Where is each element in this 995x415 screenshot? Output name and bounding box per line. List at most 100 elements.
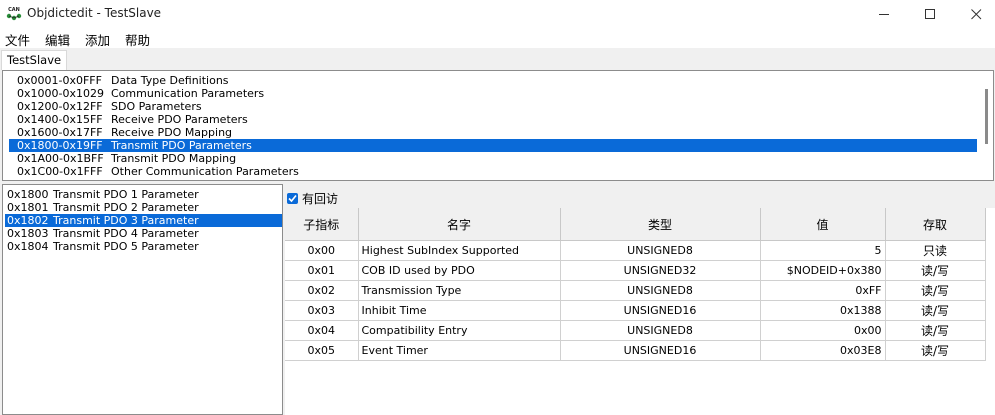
close-button[interactable] [953,0,995,28]
minimize-button[interactable] [861,0,907,28]
range-list-item[interactable]: 0x1A00-0x1BFF Transmit PDO Mapping [9,152,977,165]
range-list-item[interactable]: 0x1800-0x19FF Transmit PDO Parameters [9,139,977,152]
maximize-button[interactable] [907,0,953,28]
index-desc: Transmit PDO 5 Parameter [53,240,199,253]
type-cell[interactable]: UNSIGNED8 [560,240,761,261]
value-cell[interactable]: 0xFF [760,280,886,301]
access-cell[interactable]: 读/写 [885,320,986,341]
name-cell[interactable]: Highest SubIndex Supported [358,240,561,261]
index-list-item[interactable]: 0x1801 Transmit PDO 2 Parameter [5,201,282,214]
subindex-cell[interactable]: 0x05 [285,340,359,361]
col-value-header[interactable]: 值 [760,208,886,241]
subindex-cell[interactable]: 0x03 [285,300,359,321]
range-list-item[interactable]: 0x0001-0x0FFF Data Type Definitions [9,74,977,87]
index-code: 0x1800 [7,188,49,201]
range-code: 0x1800-0x19FF [17,139,103,152]
subindex-cell[interactable]: 0x01 [285,260,359,281]
name-cell[interactable]: Compatibility Entry [358,320,561,341]
menu-file[interactable]: 文件 [5,30,30,49]
range-desc: Receive PDO Mapping [111,126,233,139]
range-code: 0x1C00-0x1FFF [17,165,103,178]
name-cell[interactable]: Transmission Type [358,280,561,301]
range-list-item[interactable]: 0x1600-0x17FF Receive PDO Mapping [9,126,977,139]
table-row[interactable]: 0x04 Compatibility Entry UNSIGNED8 0x00 读/写 [285,320,986,341]
value-cell[interactable]: 0x00 [760,320,886,341]
menu-add[interactable]: 添加 [85,30,110,49]
table-row[interactable]: 0x01 COB ID used by PDO UNSIGNED32 $NODEID+… [285,260,986,281]
type-cell[interactable]: UNSIGNED8 [560,280,761,301]
range-list-item[interactable]: 0x1000-0x1029 Communication Parameters [9,87,977,100]
range-list-scrollbar[interactable] [985,89,988,144]
app-can-icon: CAN [6,7,22,21]
range-code: 0x1600-0x17FF [17,126,103,139]
range-code: 0x1A00-0x1BFF [17,152,104,165]
subindex-cell[interactable]: 0x02 [285,280,359,301]
access-cell[interactable]: 读/写 [885,260,986,281]
access-cell[interactable]: 读/写 [885,340,986,361]
index-desc: Transmit PDO 1 Parameter [53,188,199,201]
subindex-cell[interactable]: 0x04 [285,320,359,341]
range-code: 0x0001-0x0FFF [17,74,102,87]
menu-bar: 文件 编辑 添加 帮助 [0,28,995,48]
name-cell[interactable]: Inhibit Time [358,300,561,321]
name-cell[interactable]: Event Timer [358,340,561,361]
value-cell[interactable]: 0x1388 [760,300,886,321]
subindex-table: 子指标 名字 类型 值 存取 0x00 Highest SubIndex Supp… [285,208,995,415]
col-subindex-header[interactable]: 子指标 [285,208,359,241]
type-cell[interactable]: UNSIGNED16 [560,340,761,361]
value-cell[interactable]: 5 [760,240,886,261]
index-list-item[interactable]: 0x1804 Transmit PDO 5 Parameter [5,240,282,253]
index-list-item[interactable]: 0x1803 Transmit PDO 4 Parameter [5,227,282,240]
range-desc: SDO Parameters [111,100,202,113]
index-list-item[interactable]: 0x1800 Transmit PDO 1 Parameter [5,188,282,201]
minimize-icon [878,13,889,15]
index-code: 0x1801 [7,201,49,214]
checkmark-icon [288,194,297,203]
callback-checkbox-wrap[interactable]: 有回访 [287,190,338,207]
index-code: 0x1803 [7,227,49,240]
index-list-item[interactable]: 0x1802 Transmit PDO 3 Parameter [5,214,282,227]
subindex-cell[interactable]: 0x00 [285,240,359,261]
range-desc: Transmit PDO Mapping [111,152,237,165]
index-range-list[interactable]: 0x0001-0x0FFF Data Type Definitions 0x1000… [2,70,994,181]
document-tabstrip: TestSlave [0,48,995,70]
table-row[interactable]: 0x02 Transmission Type UNSIGNED8 0xFF 读/写 [285,280,986,301]
table-row[interactable]: 0x00 Highest SubIndex Supported UNSIGNED8 5… [285,240,986,261]
table-row[interactable]: 0x05 Event Timer UNSIGNED16 0x03E8 读/写 [285,340,986,361]
range-code: 0x1400-0x15FF [17,113,103,126]
index-desc: Transmit PDO 3 Parameter [53,214,199,227]
range-desc: Transmit PDO Parameters [111,139,252,152]
name-cell[interactable]: COB ID used by PDO [358,260,561,281]
index-list[interactable]: 0x1800 Transmit PDO 1 Parameter 0x1801 Tran… [2,184,283,415]
window-title: Objdictedit - TestSlave [27,6,162,20]
access-cell[interactable]: 读/写 [885,300,986,321]
maximize-icon [924,8,935,19]
close-icon [970,8,981,19]
menu-edit[interactable]: 编辑 [45,30,70,49]
col-name-header[interactable]: 名字 [358,208,561,241]
type-cell[interactable]: UNSIGNED32 [560,260,761,281]
type-cell[interactable]: UNSIGNED8 [560,320,761,341]
range-desc: Receive PDO Parameters [111,113,248,126]
range-code: 0x1200-0x12FF [17,100,103,113]
range-code: 0x1000-0x1029 [17,87,104,100]
col-type-header[interactable]: 类型 [560,208,761,241]
range-desc: Communication Parameters [111,87,265,100]
table-header-row: 子指标 名字 类型 值 存取 [285,208,986,241]
range-list-item[interactable]: 0x1400-0x15FF Receive PDO Parameters [9,113,977,126]
value-cell[interactable]: 0x03E8 [760,340,886,361]
callback-checkbox[interactable] [287,193,298,204]
app-icon-text: CAN [8,7,20,13]
tab-testslave[interactable]: TestSlave [1,50,68,70]
menu-help[interactable]: 帮助 [125,30,150,49]
value-cell[interactable]: $NODEID+0x380 [760,260,886,281]
col-access-header[interactable]: 存取 [885,208,986,241]
access-cell[interactable]: 读/写 [885,280,986,301]
range-list-item[interactable]: 0x1C00-0x1FFF Other Communication Paramet… [9,165,977,178]
type-cell[interactable]: UNSIGNED16 [560,300,761,321]
access-cell[interactable]: 只读 [885,240,986,261]
title-bar: CAN Objdictedit - TestSlave [0,0,995,28]
range-desc: Other Communication Parameters [111,165,299,178]
table-row[interactable]: 0x03 Inhibit Time UNSIGNED16 0x1388 读/写 [285,300,986,321]
range-list-item[interactable]: 0x1200-0x12FF SDO Parameters [9,100,977,113]
